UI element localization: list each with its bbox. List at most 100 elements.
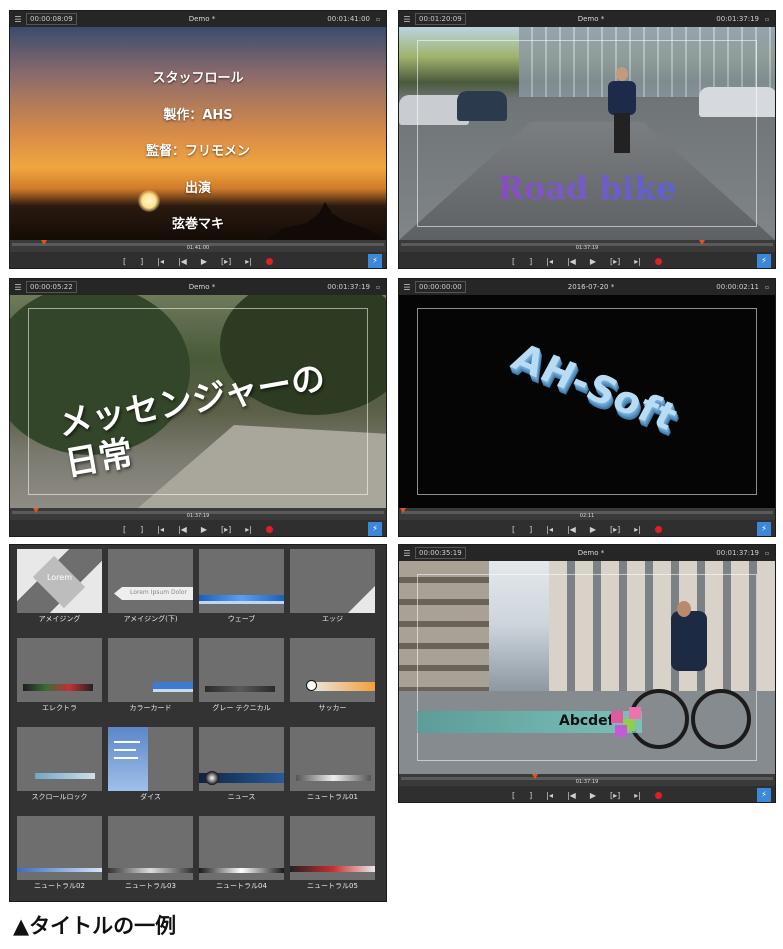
maximize-icon[interactable]: ▫: [376, 284, 386, 291]
maximize-icon[interactable]: ▫: [765, 16, 775, 23]
title-template-item[interactable]: ニュートラル04: [199, 816, 284, 895]
play-button[interactable]: ▶: [201, 257, 207, 266]
title-template-item[interactable]: Lorem アメイジング: [17, 549, 102, 628]
title-template-item[interactable]: サッカー: [290, 638, 375, 717]
next-mark-button[interactable]: ▸|: [634, 791, 641, 800]
flash-icon[interactable]: ⚡: [368, 254, 382, 268]
template-thumbnail[interactable]: [199, 727, 284, 791]
template-label: ニュートラル04: [216, 882, 267, 890]
template-thumbnail[interactable]: [290, 727, 375, 791]
next-mark-button[interactable]: ▸|: [634, 525, 641, 534]
template-thumbnail[interactable]: [108, 638, 193, 702]
template-thumbnail[interactable]: [290, 816, 375, 880]
template-thumbnail[interactable]: [17, 816, 102, 880]
flash-icon[interactable]: ⚡: [368, 522, 382, 536]
next-bracket-button[interactable]: [▸]: [610, 525, 620, 534]
prev-frame-button[interactable]: |◀: [567, 525, 576, 534]
record-button[interactable]: [654, 257, 662, 265]
title-template-item[interactable]: ウェーブ: [199, 549, 284, 628]
timeline[interactable]: 01:37:19: [399, 774, 775, 786]
template-thumbnail[interactable]: [199, 549, 284, 613]
prev-frame-button[interactable]: |◀: [178, 257, 187, 266]
next-bracket-button[interactable]: [▸]: [221, 257, 231, 266]
mark-out-button[interactable]: ]: [529, 525, 532, 534]
template-thumbnail[interactable]: Lorem Ipsum Dolor: [108, 549, 193, 613]
maximize-icon[interactable]: ▫: [765, 550, 775, 557]
maximize-icon[interactable]: ▫: [376, 16, 386, 23]
flash-icon[interactable]: ⚡: [757, 254, 771, 268]
title-template-item[interactable]: グレー テクニカル: [199, 638, 284, 717]
mark-in-button[interactable]: [: [512, 791, 515, 800]
playhead-marker[interactable]: [400, 508, 406, 513]
maximize-icon[interactable]: ▫: [765, 284, 775, 291]
record-button[interactable]: [265, 525, 273, 533]
title-template-item[interactable]: Lorem Ipsum Dolor アメイジング(下): [108, 549, 193, 628]
template-thumbnail[interactable]: [108, 816, 193, 880]
template-thumbnail[interactable]: [290, 549, 375, 613]
playhead-marker[interactable]: [33, 508, 39, 513]
timeline[interactable]: 01:37:19: [10, 508, 386, 520]
timeline[interactable]: 02:11: [399, 508, 775, 520]
prev-mark-button[interactable]: |◂: [157, 525, 164, 534]
next-mark-button[interactable]: ▸|: [634, 257, 641, 266]
mark-out-button[interactable]: ]: [140, 257, 143, 266]
timeline[interactable]: 01:41:00: [10, 240, 386, 252]
title-template-item[interactable]: エレクトラ: [17, 638, 102, 717]
flash-icon[interactable]: ⚡: [757, 788, 771, 802]
title-template-item[interactable]: ニュートラル05: [290, 816, 375, 895]
mark-in-button[interactable]: [: [512, 257, 515, 266]
template-thumbnail[interactable]: [17, 727, 102, 791]
play-button[interactable]: ▶: [590, 525, 596, 534]
mark-in-button[interactable]: [: [123, 257, 126, 266]
prev-frame-button[interactable]: |◀: [567, 257, 576, 266]
menu-icon[interactable]: ☰: [399, 549, 415, 558]
mark-in-button[interactable]: [: [512, 525, 515, 534]
play-button[interactable]: ▶: [201, 525, 207, 534]
template-thumbnail[interactable]: Lorem: [17, 549, 102, 613]
prev-mark-button[interactable]: |◂: [546, 525, 553, 534]
play-button[interactable]: ▶: [590, 257, 596, 266]
title-template-item[interactable]: スクロールロック: [17, 727, 102, 806]
play-button[interactable]: ▶: [590, 791, 596, 800]
title-template-item[interactable]: ニュートラル03: [108, 816, 193, 895]
template-thumbnail[interactable]: [199, 816, 284, 880]
title-template-item[interactable]: ニュース: [199, 727, 284, 806]
next-bracket-button[interactable]: [▸]: [610, 257, 620, 266]
menu-icon[interactable]: ☰: [399, 283, 415, 292]
prev-mark-button[interactable]: |◂: [546, 257, 553, 266]
playhead-marker[interactable]: [41, 240, 47, 245]
prev-mark-button[interactable]: |◂: [157, 257, 164, 266]
prev-frame-button[interactable]: |◀: [178, 525, 187, 534]
menu-icon[interactable]: ☰: [10, 15, 26, 24]
playhead-marker[interactable]: [699, 240, 705, 245]
menu-icon[interactable]: ☰: [399, 15, 415, 24]
mark-out-button[interactable]: ]: [140, 525, 143, 534]
next-mark-button[interactable]: ▸|: [245, 257, 252, 266]
title-template-item[interactable]: ニュートラル01: [290, 727, 375, 806]
timeline[interactable]: 01:37:19: [399, 240, 775, 252]
record-button[interactable]: [654, 525, 662, 533]
prev-frame-button[interactable]: |◀: [567, 791, 576, 800]
prev-mark-button[interactable]: |◂: [546, 791, 553, 800]
title-text: Abcdef: [559, 713, 614, 729]
title-template-item[interactable]: カラーカード: [108, 638, 193, 717]
title-template-item[interactable]: ダイス: [108, 727, 193, 806]
template-thumbnail[interactable]: [108, 727, 193, 791]
next-bracket-button[interactable]: [▸]: [610, 791, 620, 800]
flash-icon[interactable]: ⚡: [757, 522, 771, 536]
template-thumbnail[interactable]: [290, 638, 375, 702]
template-thumbnail[interactable]: [199, 638, 284, 702]
record-button[interactable]: [654, 791, 662, 799]
record-button[interactable]: [265, 257, 273, 265]
template-thumbnail[interactable]: [17, 638, 102, 702]
next-bracket-button[interactable]: [▸]: [221, 525, 231, 534]
menu-icon[interactable]: ☰: [10, 283, 26, 292]
current-timecode: 00:00:00:00: [415, 281, 466, 293]
mark-in-button[interactable]: [: [123, 525, 126, 534]
mark-out-button[interactable]: ]: [529, 257, 532, 266]
mark-out-button[interactable]: ]: [529, 791, 532, 800]
playhead-marker[interactable]: [532, 774, 538, 779]
title-template-item[interactable]: ニュートラル02: [17, 816, 102, 895]
next-mark-button[interactable]: ▸|: [245, 525, 252, 534]
title-template-item[interactable]: エッジ: [290, 549, 375, 628]
